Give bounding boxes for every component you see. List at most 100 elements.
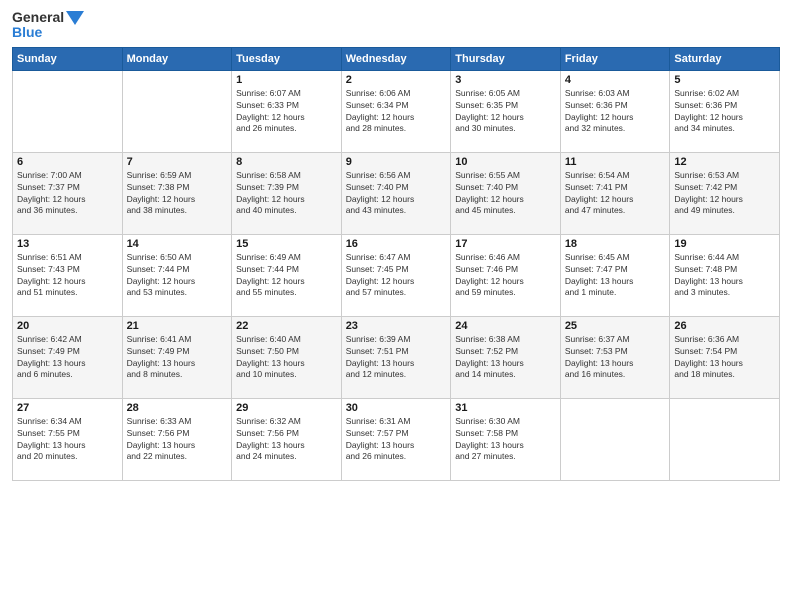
calendar-cell: 25 Sunrise: 6:37 AM Sunset: 7:53 PM Dayli… (560, 316, 670, 398)
day-number: 1 (236, 74, 337, 86)
calendar-cell: 2 Sunrise: 6:06 AM Sunset: 6:34 PM Daylig… (341, 70, 451, 152)
day-info: Sunrise: 6:53 AM Sunset: 7:42 PM Dayligh… (674, 170, 775, 218)
calendar-table: SundayMondayTuesdayWednesdayThursdayFrid… (12, 47, 780, 481)
day-info: Sunrise: 6:37 AM Sunset: 7:53 PM Dayligh… (565, 334, 666, 382)
day-number: 13 (17, 238, 118, 250)
calendar-cell: 11Sunrise: 6:54 AM Sunset: 7:41 PM Dayli… (560, 152, 670, 234)
day-info: Sunrise: 6:40 AM Sunset: 7:50 PM Dayligh… (236, 334, 337, 382)
day-number: 24 (455, 320, 556, 332)
day-number: 31 (455, 402, 556, 414)
day-number: 25 (565, 320, 666, 332)
calendar-cell: 7Sunrise: 6:59 AM Sunset: 7:38 PM Daylig… (122, 152, 232, 234)
calendar-cell: 17Sunrise: 6:46 AM Sunset: 7:46 PM Dayli… (451, 234, 561, 316)
day-info: Sunrise: 6:32 AM Sunset: 7:56 PM Dayligh… (236, 416, 337, 464)
week-row-1: 1 Sunrise: 6:07 AM Sunset: 6:33 PM Daylig… (13, 70, 780, 152)
header: General Blue (12, 10, 780, 41)
weekday-header-sunday: Sunday (13, 47, 123, 70)
calendar-cell: 13 Sunrise: 6:51 AM Sunset: 7:43 PM Dayli… (13, 234, 123, 316)
week-row-5: 27 Sunrise: 6:34 AM Sunset: 7:55 PM Dayli… (13, 398, 780, 480)
calendar-cell: 20 Sunrise: 6:42 AM Sunset: 7:49 PM Dayli… (13, 316, 123, 398)
day-number: 12 (674, 156, 775, 168)
day-info: Sunrise: 6:39 AM Sunset: 7:51 PM Dayligh… (346, 334, 447, 382)
calendar-cell: 1 Sunrise: 6:07 AM Sunset: 6:33 PM Daylig… (232, 70, 342, 152)
calendar-cell: 16 Sunrise: 6:47 AM Sunset: 7:45 PM Dayli… (341, 234, 451, 316)
calendar-cell: 30 Sunrise: 6:31 AM Sunset: 7:57 PM Dayli… (341, 398, 451, 480)
day-number: 9 (346, 156, 447, 168)
day-info: Sunrise: 6:38 AM Sunset: 7:52 PM Dayligh… (455, 334, 556, 382)
day-number: 19 (674, 238, 775, 250)
calendar-cell: 18 Sunrise: 6:45 AM Sunset: 7:47 PM Dayli… (560, 234, 670, 316)
calendar-cell: 24 Sunrise: 6:38 AM Sunset: 7:52 PM Dayli… (451, 316, 561, 398)
day-info: Sunrise: 7:00 AM Sunset: 7:37 PM Dayligh… (17, 170, 118, 218)
day-number: 30 (346, 402, 447, 414)
calendar-cell: 10Sunrise: 6:55 AM Sunset: 7:40 PM Dayli… (451, 152, 561, 234)
day-number: 21 (127, 320, 228, 332)
calendar-cell: 3Sunrise: 6:05 AM Sunset: 6:35 PM Daylig… (451, 70, 561, 152)
day-info: Sunrise: 6:34 AM Sunset: 7:55 PM Dayligh… (17, 416, 118, 464)
weekday-header-saturday: Saturday (670, 47, 780, 70)
calendar-cell (122, 70, 232, 152)
calendar-cell: 15Sunrise: 6:49 AM Sunset: 7:44 PM Dayli… (232, 234, 342, 316)
calendar-cell (560, 398, 670, 480)
calendar-cell: 5 Sunrise: 6:02 AM Sunset: 6:36 PM Daylig… (670, 70, 780, 152)
weekday-header-wednesday: Wednesday (341, 47, 451, 70)
day-number: 27 (17, 402, 118, 414)
day-info: Sunrise: 6:42 AM Sunset: 7:49 PM Dayligh… (17, 334, 118, 382)
calendar-cell: 22 Sunrise: 6:40 AM Sunset: 7:50 PM Dayli… (232, 316, 342, 398)
day-number: 2 (346, 74, 447, 86)
day-info: Sunrise: 6:54 AM Sunset: 7:41 PM Dayligh… (565, 170, 666, 218)
calendar-cell: 12 Sunrise: 6:53 AM Sunset: 7:42 PM Dayli… (670, 152, 780, 234)
day-info: Sunrise: 6:56 AM Sunset: 7:40 PM Dayligh… (346, 170, 447, 218)
week-row-3: 13 Sunrise: 6:51 AM Sunset: 7:43 PM Dayli… (13, 234, 780, 316)
day-info: Sunrise: 6:36 AM Sunset: 7:54 PM Dayligh… (674, 334, 775, 382)
day-info: Sunrise: 6:33 AM Sunset: 7:56 PM Dayligh… (127, 416, 228, 464)
calendar-cell: 8Sunrise: 6:58 AM Sunset: 7:39 PM Daylig… (232, 152, 342, 234)
weekday-header-thursday: Thursday (451, 47, 561, 70)
calendar-cell: 29 Sunrise: 6:32 AM Sunset: 7:56 PM Dayli… (232, 398, 342, 480)
day-info: Sunrise: 6:06 AM Sunset: 6:34 PM Dayligh… (346, 88, 447, 136)
calendar-cell: 27 Sunrise: 6:34 AM Sunset: 7:55 PM Dayli… (13, 398, 123, 480)
weekday-header-tuesday: Tuesday (232, 47, 342, 70)
weekday-header-friday: Friday (560, 47, 670, 70)
day-info: Sunrise: 6:31 AM Sunset: 7:57 PM Dayligh… (346, 416, 447, 464)
weekday-header-row: SundayMondayTuesdayWednesdayThursdayFrid… (13, 47, 780, 70)
day-info: Sunrise: 6:05 AM Sunset: 6:35 PM Dayligh… (455, 88, 556, 136)
calendar-cell: 19 Sunrise: 6:44 AM Sunset: 7:48 PM Dayli… (670, 234, 780, 316)
day-number: 8 (236, 156, 337, 168)
calendar-cell: 6 Sunrise: 7:00 AM Sunset: 7:37 PM Daylig… (13, 152, 123, 234)
day-info: Sunrise: 6:03 AM Sunset: 6:36 PM Dayligh… (565, 88, 666, 136)
calendar-cell: 4 Sunrise: 6:03 AM Sunset: 6:36 PM Daylig… (560, 70, 670, 152)
weekday-header-monday: Monday (122, 47, 232, 70)
day-number: 18 (565, 238, 666, 250)
day-number: 22 (236, 320, 337, 332)
day-info: Sunrise: 6:45 AM Sunset: 7:47 PM Dayligh… (565, 252, 666, 300)
day-info: Sunrise: 6:30 AM Sunset: 7:58 PM Dayligh… (455, 416, 556, 464)
day-info: Sunrise: 6:02 AM Sunset: 6:36 PM Dayligh… (674, 88, 775, 136)
calendar-cell: 31 Sunrise: 6:30 AM Sunset: 7:58 PM Dayli… (451, 398, 561, 480)
logo: General Blue (12, 10, 84, 41)
day-info: Sunrise: 6:59 AM Sunset: 7:38 PM Dayligh… (127, 170, 228, 218)
logo-text: General Blue (12, 10, 84, 41)
calendar-cell: 26 Sunrise: 6:36 AM Sunset: 7:54 PM Dayli… (670, 316, 780, 398)
day-info: Sunrise: 6:44 AM Sunset: 7:48 PM Dayligh… (674, 252, 775, 300)
day-info: Sunrise: 6:07 AM Sunset: 6:33 PM Dayligh… (236, 88, 337, 136)
day-info: Sunrise: 6:51 AM Sunset: 7:43 PM Dayligh… (17, 252, 118, 300)
day-number: 26 (674, 320, 775, 332)
day-info: Sunrise: 6:47 AM Sunset: 7:45 PM Dayligh… (346, 252, 447, 300)
calendar-cell: 9 Sunrise: 6:56 AM Sunset: 7:40 PM Daylig… (341, 152, 451, 234)
day-number: 14 (127, 238, 228, 250)
day-number: 23 (346, 320, 447, 332)
page: General Blue SundayMondayTuesdayWednesda… (0, 0, 792, 612)
day-info: Sunrise: 6:41 AM Sunset: 7:49 PM Dayligh… (127, 334, 228, 382)
day-number: 16 (346, 238, 447, 250)
day-number: 4 (565, 74, 666, 86)
day-number: 29 (236, 402, 337, 414)
calendar-cell (670, 398, 780, 480)
week-row-4: 20 Sunrise: 6:42 AM Sunset: 7:49 PM Dayli… (13, 316, 780, 398)
day-number: 20 (17, 320, 118, 332)
day-info: Sunrise: 6:49 AM Sunset: 7:44 PM Dayligh… (236, 252, 337, 300)
day-info: Sunrise: 6:55 AM Sunset: 7:40 PM Dayligh… (455, 170, 556, 218)
day-number: 5 (674, 74, 775, 86)
day-number: 6 (17, 156, 118, 168)
day-number: 17 (455, 238, 556, 250)
